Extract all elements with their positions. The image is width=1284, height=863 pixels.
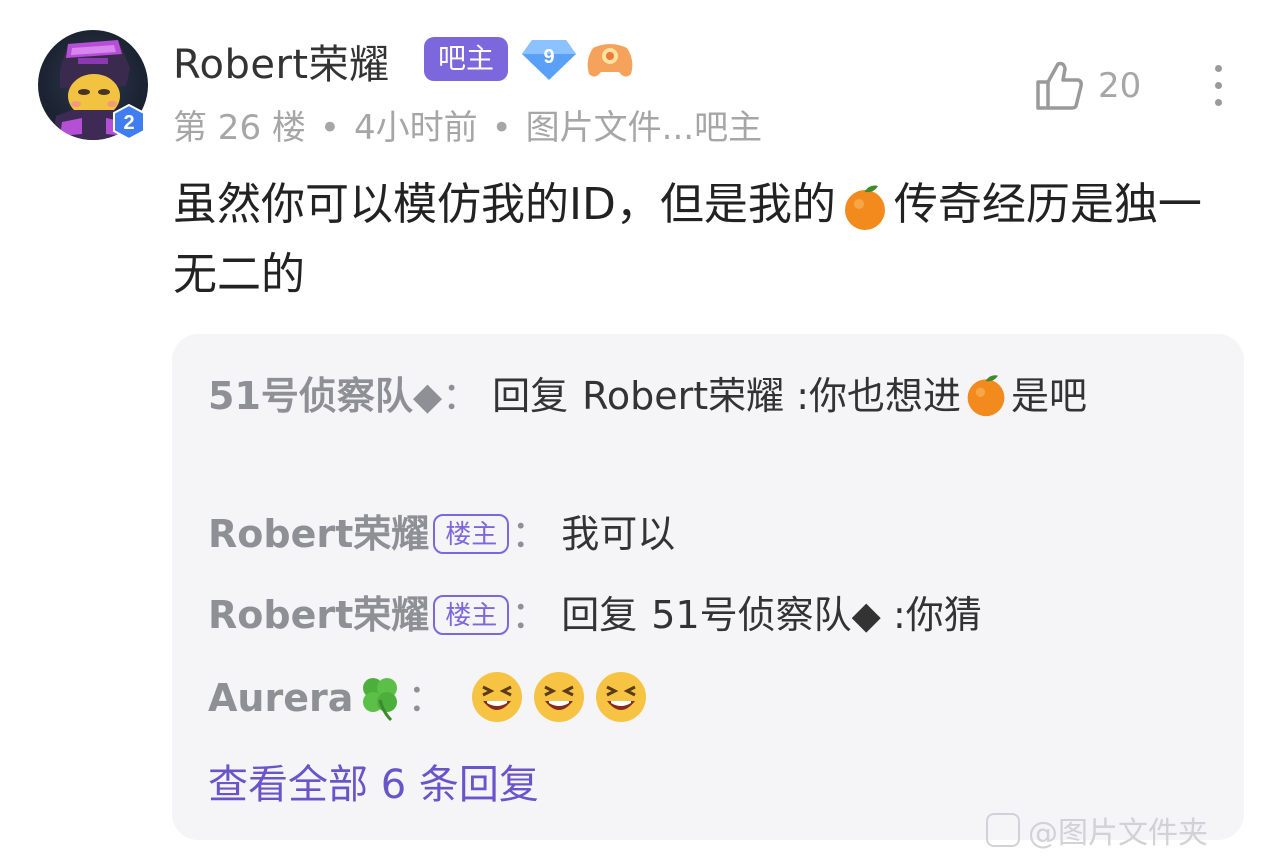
watermark: @图片文件夹: [986, 808, 1208, 852]
svg-text:9: 9: [543, 46, 554, 68]
more-dot-icon: [1214, 99, 1222, 106]
comment-page: 2 Robert荣耀 吧主 9 第 26 楼 • 4小时前 • 图片文件...吧主 20: [0, 0, 1284, 863]
svg-text:2: 2: [123, 112, 134, 134]
orange-emoji-icon: [844, 185, 885, 230]
reply-box: 51号侦察队◆： 回复 Robert荣耀 :你也想进 是吧 Robert荣耀 楼主：我…: [172, 334, 1244, 840]
reply-author[interactable]: 51号侦察队◆: [208, 374, 442, 418]
comment-body: 虽然你可以模仿我的ID，但是我的 传奇经历是独一无二的: [173, 179, 1202, 300]
role-badge: 吧主: [424, 37, 509, 81]
avatar-level-badge: 2: [111, 103, 147, 141]
op-badge: 楼主: [433, 594, 510, 635]
floor-number: 第 26 楼: [173, 108, 306, 148]
like-count: 20: [1098, 66, 1142, 106]
reply-item[interactable]: Aurera ：: [208, 666, 1218, 730]
more-options-button[interactable]: [1200, 60, 1236, 116]
grinning-squint-emoji-icon: [534, 671, 585, 722]
post-time: 4小时前: [353, 108, 478, 148]
four-leaf-clover-icon: [363, 677, 398, 721]
reply-author[interactable]: Robert荣耀: [208, 512, 429, 556]
orange-emoji-icon: [967, 374, 1005, 416]
watermark-logo-icon: [986, 813, 1020, 847]
op-badge: 楼主: [433, 513, 510, 554]
reply-item[interactable]: 51号侦察队◆： 回复 Robert荣耀 :你也想进 是吧: [208, 364, 1218, 428]
reply-item[interactable]: Robert荣耀 楼主：我可以: [208, 502, 1218, 566]
post-meta: 第 26 楼 • 4小时前 • 图片文件...吧主: [173, 108, 763, 148]
grinning-squint-emoji-icon: [596, 671, 647, 722]
reply-author[interactable]: Aurera: [208, 676, 353, 720]
reply-item[interactable]: Robert荣耀 楼主：回复 51号侦察队◆ :你猜: [208, 583, 1218, 647]
like-button[interactable]: 20: [1034, 60, 1141, 112]
post-source: 图片文件...吧主: [525, 108, 763, 148]
reply-author[interactable]: Robert荣耀: [208, 593, 429, 637]
thumbs-up-icon: [1036, 61, 1083, 110]
reply-keyword: 回复: [492, 374, 569, 418]
level-diamond-icon: 9: [520, 36, 578, 82]
reply-target[interactable]: Robert荣耀: [582, 374, 784, 418]
more-dot-icon: [1214, 65, 1222, 72]
reply-target[interactable]: 51号侦察队◆: [651, 593, 881, 637]
username[interactable]: Robert荣耀: [173, 32, 390, 90]
reply-keyword: 回复: [561, 593, 638, 637]
gamepad-icon: [585, 38, 635, 82]
view-all-replies-link[interactable]: 查看全部 6 条回复: [208, 752, 539, 810]
grinning-squint-emoji-icon: [472, 671, 523, 722]
reply-text: 我可以: [561, 512, 676, 556]
more-dot-icon: [1214, 82, 1222, 89]
